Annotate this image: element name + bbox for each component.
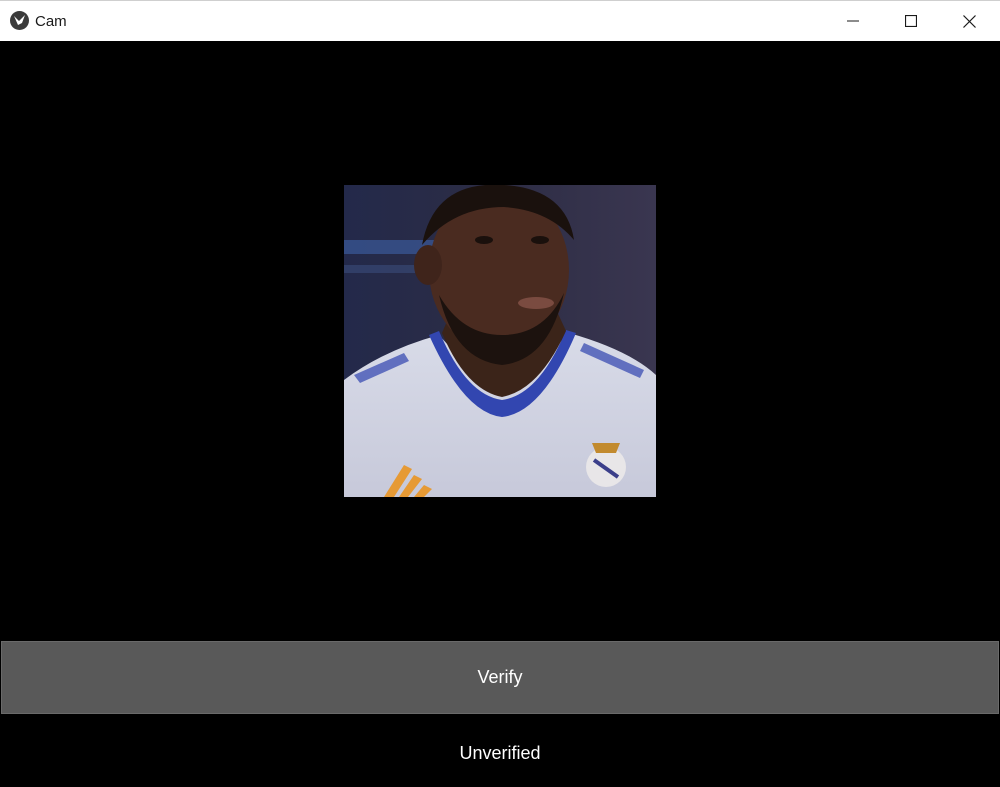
verification-status-label: Unverified: [0, 730, 1000, 776]
close-button[interactable]: [940, 1, 998, 41]
verify-button-label: Verify: [477, 667, 523, 687]
close-icon: [962, 14, 976, 28]
minimize-button[interactable]: [824, 1, 882, 41]
window-title: Cam: [35, 13, 67, 30]
maximize-button[interactable]: [882, 1, 940, 41]
verify-button[interactable]: Verify: [1, 641, 999, 714]
app-window: Cam Verify Unverified: [0, 0, 1000, 787]
webcam-feed-image: [344, 185, 656, 497]
maximize-icon: [905, 15, 917, 27]
title-bar[interactable]: Cam: [0, 0, 1000, 41]
status-text: Unverified: [459, 742, 541, 763]
minimize-icon: [847, 20, 859, 22]
kivy-logo-icon: [10, 11, 29, 30]
